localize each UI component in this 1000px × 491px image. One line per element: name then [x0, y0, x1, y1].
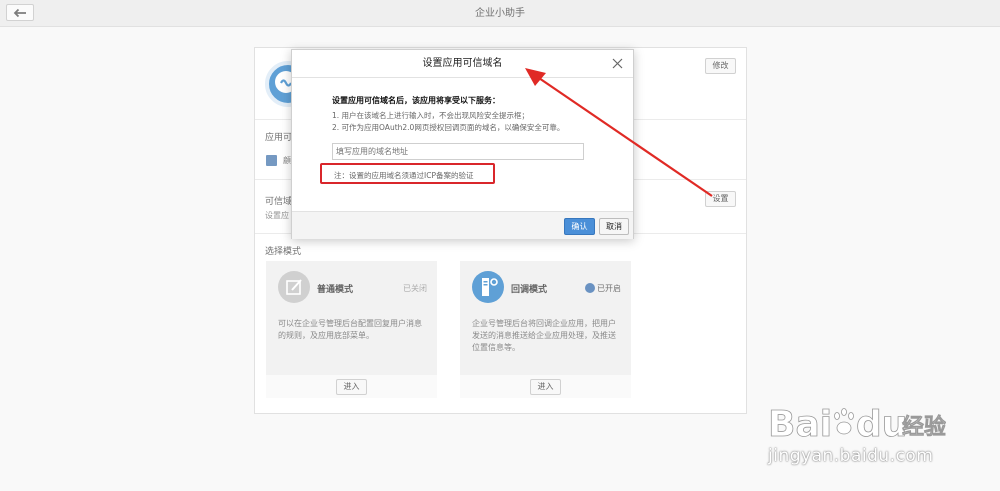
svg-text:经验: 经验 — [902, 414, 946, 440]
svg-text:Bai: Bai — [768, 404, 832, 445]
svg-text:du: du — [856, 404, 907, 445]
baidu-watermark-logo: Bai du 经验 — [768, 404, 946, 446]
watermark-url: jingyan.baidu.com — [768, 446, 934, 466]
